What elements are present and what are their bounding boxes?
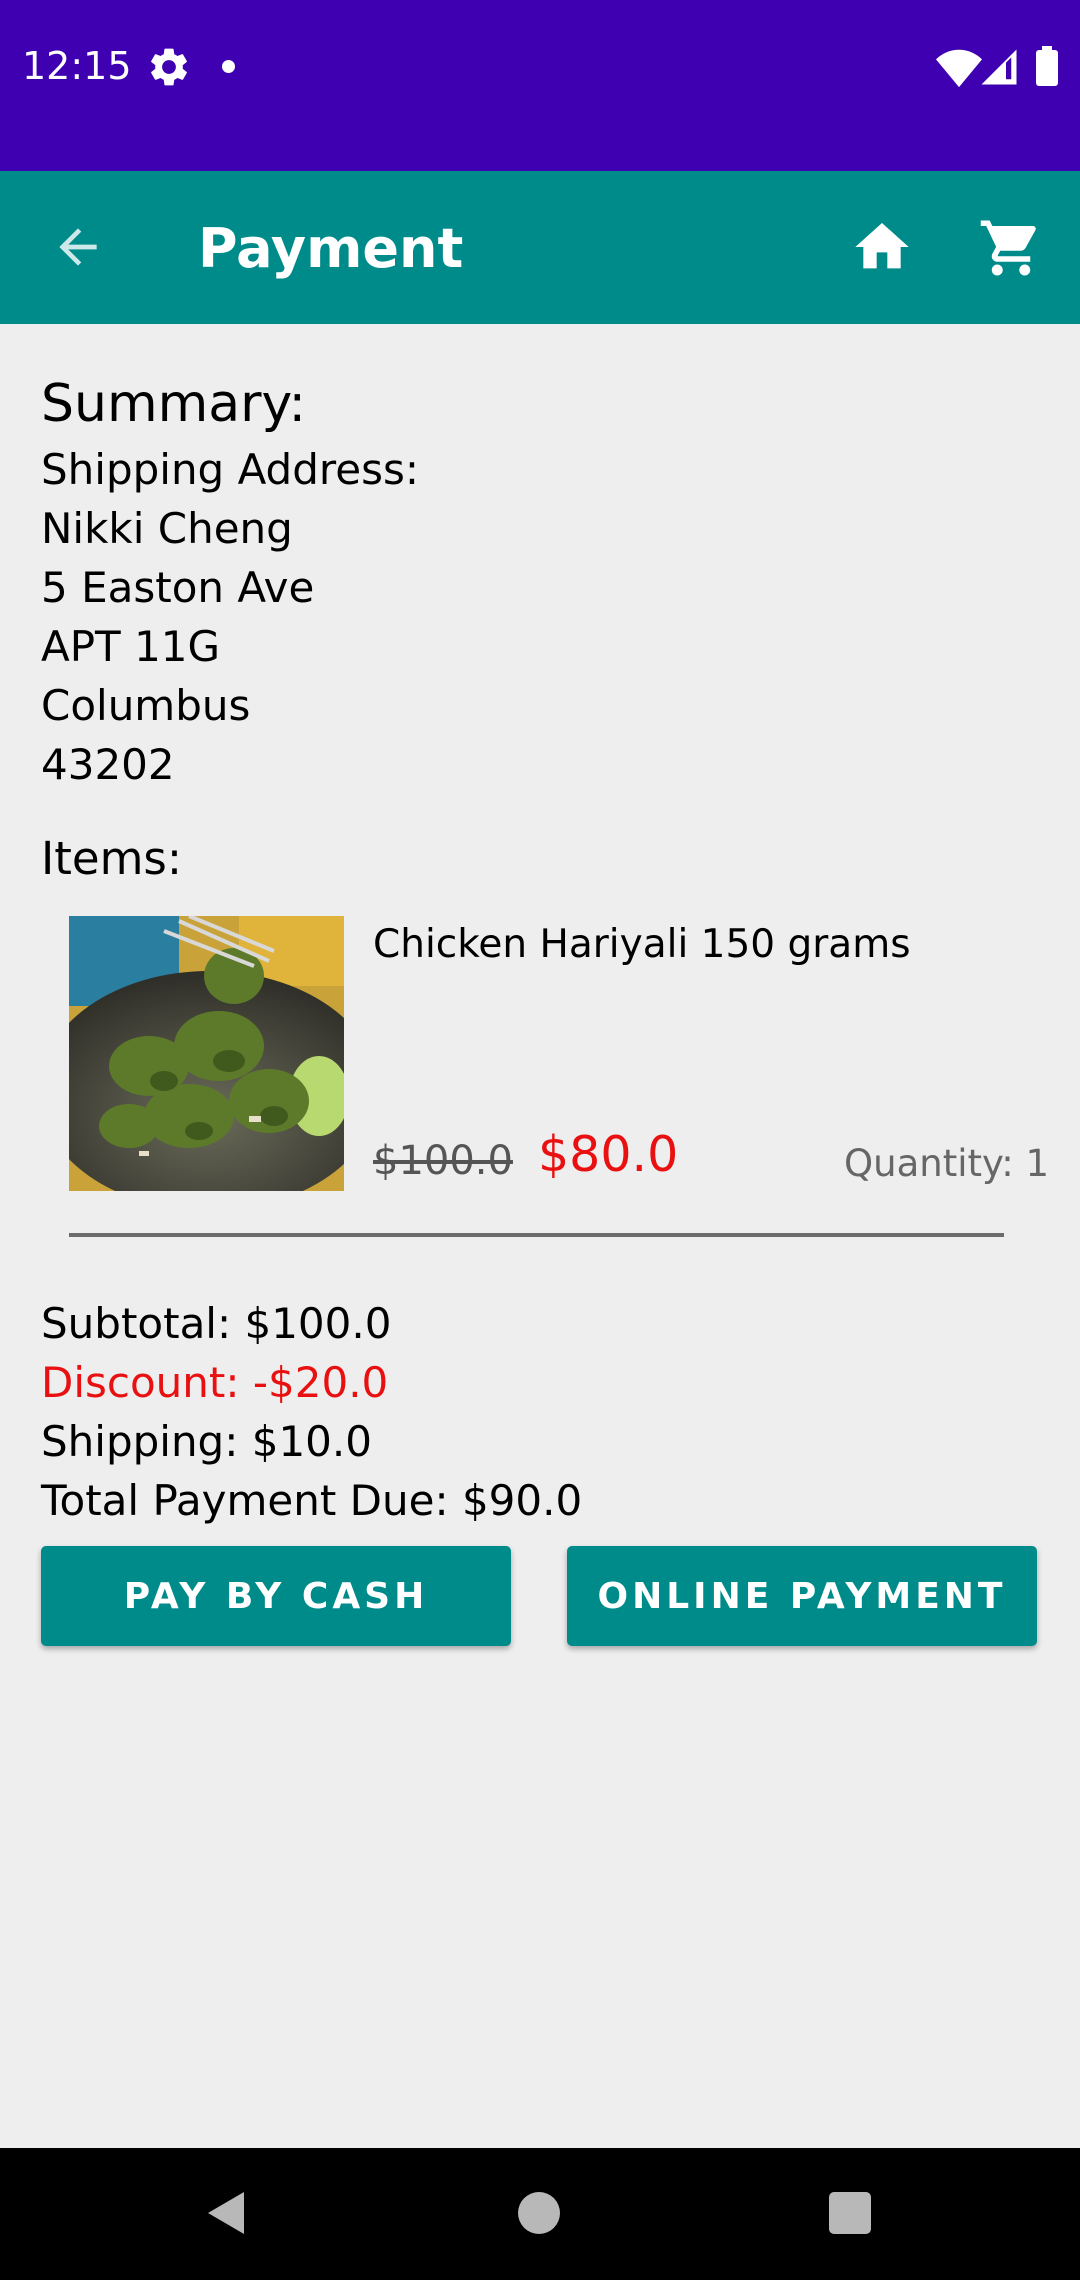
divider (69, 1233, 1004, 1237)
address-line-city: Columbus (41, 681, 251, 730)
items-heading: Items: (41, 832, 183, 885)
system-navigation-bar (0, 2148, 1080, 2280)
nav-back-icon[interactable] (204, 2188, 250, 2238)
item-name: Chicken Hariyali 150 grams (373, 922, 911, 967)
home-icon[interactable] (850, 215, 914, 279)
shipping-text: Shipping: $10.0 (41, 1417, 372, 1466)
address-line-name: Nikki Cheng (41, 504, 293, 553)
subtotal-text: Subtotal: $100.0 (41, 1299, 392, 1348)
shopping-cart-icon[interactable] (978, 215, 1044, 281)
item-quantity: Quantity: 1 (844, 1142, 1049, 1185)
page-title: Payment (198, 217, 464, 280)
total-due-text: Total Payment Due: $90.0 (41, 1476, 583, 1525)
online-payment-button[interactable]: ONLINE PAYMENT (567, 1546, 1037, 1646)
address-line-apt: APT 11G (41, 622, 221, 671)
address-line-zip: 43202 (41, 740, 175, 789)
discount-text: Discount: -$20.0 (41, 1358, 389, 1407)
notification-dot-icon (222, 60, 235, 73)
food-image (69, 916, 344, 1191)
nav-recents-icon[interactable] (829, 2192, 871, 2234)
status-time: 12:15 (22, 44, 132, 88)
battery-icon (1036, 46, 1058, 86)
address-line-street: 5 Easton Ave (41, 563, 315, 612)
wifi-icon (936, 49, 982, 88)
item-discounted-price: $80.0 (538, 1126, 679, 1183)
pay-by-cash-button[interactable]: PAY BY CASH (41, 1546, 511, 1646)
settings-gear-icon (151, 48, 187, 86)
cart-item: Chicken Hariyali 150 grams $100.0 $80.0 … (69, 916, 1049, 1191)
summary-heading: Summary: (41, 374, 307, 434)
shipping-address-label: Shipping Address: (41, 445, 419, 494)
back-arrow-icon[interactable] (50, 219, 106, 275)
app-bar: Payment (0, 171, 1080, 324)
cell-signal-icon (981, 49, 1017, 85)
nav-home-icon[interactable] (518, 2192, 560, 2234)
status-bar: 12:15 (0, 0, 1080, 171)
item-original-price: $100.0 (373, 1138, 513, 1184)
